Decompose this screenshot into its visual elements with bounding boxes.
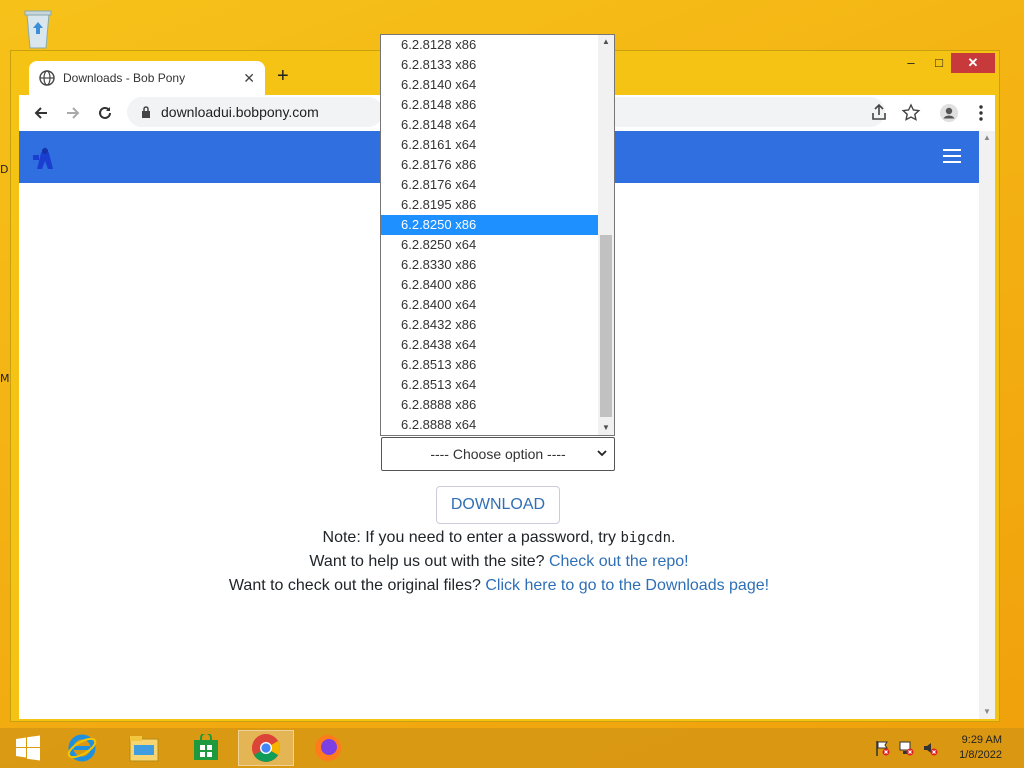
tab-title: Downloads - Bob Pony [63,71,186,85]
dropdown-option[interactable]: 6.2.8400 x64 [381,295,598,315]
help-text: Want to help us out with the site? [309,553,549,570]
dropdown-option[interactable]: 6.2.8330 x86 [381,255,598,275]
folder-icon [129,736,159,762]
site-logo-icon[interactable] [31,143,57,171]
reload-button[interactable] [89,97,121,129]
dropdown-option[interactable]: 6.2.8513 x64 [381,375,598,395]
share-icon[interactable] [869,103,889,123]
recycle-bin-icon[interactable] [18,6,58,50]
password-note: Note: If you need to enter a password, t… [19,529,979,547]
select-value: ---- Choose option ---- [430,446,566,462]
globe-icon [39,70,55,86]
tab-downloads[interactable]: Downloads - Bob Pony ✕ [29,61,265,95]
profile-avatar-icon[interactable] [939,103,959,123]
password-code: bigcdn [620,530,672,546]
dropdown-options: 6.2.8128 x86 6.2.8133 x86 6.2.8140 x64 6.2.… [381,35,614,435]
dropdown-option[interactable]: 6.2.8176 x86 [381,155,598,175]
taskbar: 9:29 AM 1/8/2022 [0,728,1024,768]
dropdown-option[interactable]: 6.2.8432 x86 [381,315,598,335]
dropdown-option[interactable]: 6.2.8888 x64 [381,415,598,435]
chrome-icon [252,734,280,762]
arrow-left-icon [34,107,47,119]
repo-link[interactable]: Check out the repo! [549,553,689,570]
dropdown-option[interactable]: 6.2.8176 x64 [381,175,598,195]
taskbar-internet-explorer[interactable] [54,730,110,766]
version-dropdown-list: 6.2.8128 x86 6.2.8133 x86 6.2.8140 x64 6.2.… [380,34,615,436]
dropdown-option[interactable]: 6.2.8133 x86 [381,55,598,75]
address-bar-end[interactable] [615,97,885,127]
close-window-button[interactable]: ✕ [951,53,995,73]
dropdown-scrollbar[interactable]: ▲ ▼ [598,35,614,435]
original-text: Want to check out the original files? [228,577,486,594]
dropdown-option[interactable]: 6.2.8400 x86 [381,275,598,295]
version-select[interactable]: ---- Choose option ---- [381,437,615,471]
more-menu-icon[interactable] [971,103,991,123]
scroll-up-arrow-icon[interactable]: ▲ [979,131,995,145]
dropdown-option[interactable]: 6.2.8513 x86 [381,355,598,375]
action-center-flag-icon[interactable] [874,740,890,756]
store-icon [194,734,218,760]
desktop-icon-label-edge: M [0,372,10,385]
network-icon[interactable] [898,740,914,756]
chevron-down-icon [597,450,607,457]
windows-logo-icon [16,735,40,761]
dropdown-option[interactable]: 6.2.8148 x64 [381,115,598,135]
star-icon[interactable] [901,103,921,123]
clock-time: 9:29 AM [961,734,1002,746]
dropdown-option[interactable]: 6.2.8161 x64 [381,135,598,155]
internet-explorer-icon [67,734,97,762]
volume-muted-icon[interactable] [922,740,938,756]
start-button[interactable] [0,730,56,766]
scroll-down-arrow-icon[interactable]: ▼ [598,421,614,435]
close-tab-icon[interactable]: ✕ [243,70,255,87]
forward-button[interactable] [57,97,89,129]
dropdown-option[interactable]: 6.2.8250 x64 [381,235,598,255]
dropdown-option[interactable]: 6.2.8128 x86 [381,35,598,55]
system-clock[interactable]: 9:29 AM 1/8/2022 [959,733,1002,763]
back-button[interactable] [25,97,57,129]
hamburger-menu-icon[interactable] [943,149,961,163]
scroll-thumb[interactable] [600,235,612,417]
help-line: Want to help us out with the site? Check… [19,553,979,571]
reload-icon [99,106,111,119]
scroll-up-arrow-icon[interactable]: ▲ [598,35,614,49]
minimize-button[interactable]: – [897,53,925,73]
scroll-down-arrow-icon[interactable]: ▼ [979,705,995,719]
taskbar-chrome[interactable] [238,730,294,766]
dropdown-option[interactable]: 6.2.8888 x86 [381,395,598,415]
arrow-right-icon [67,107,80,119]
dropdown-option[interactable]: 6.2.8438 x64 [381,335,598,355]
clock-date: 1/8/2022 [959,749,1002,761]
note-text: Note: If you need to enter a password, t… [322,529,621,546]
taskbar-firefox[interactable] [300,730,356,766]
address-bar[interactable]: downloadui.bobpony.com [127,97,383,127]
desktop-icon-label-edge: D [0,163,9,176]
page-scrollbar[interactable]: ▲ ▼ [979,131,995,719]
dropdown-option[interactable]: 6.2.8148 x86 [381,95,598,115]
taskbar-file-explorer[interactable] [116,730,172,766]
downloads-page-link[interactable]: Click here to go to the Downloads page! [485,577,769,594]
download-button[interactable]: DOWNLOAD [436,486,560,524]
dropdown-option[interactable]: 6.2.8250 x86 [381,215,598,235]
note-period: . [671,529,676,546]
dropdown-option[interactable]: 6.2.8195 x86 [381,195,598,215]
taskbar-store[interactable] [178,730,234,766]
new-tab-button[interactable]: + [277,65,289,88]
maximize-button[interactable]: □ [925,53,953,73]
url-text: downloadui.bobpony.com [161,104,319,120]
lock-icon [142,106,150,118]
firefox-icon [315,735,341,761]
dropdown-option[interactable]: 6.2.8140 x64 [381,75,598,95]
original-files-line: Want to check out the original files? Cl… [19,577,979,595]
